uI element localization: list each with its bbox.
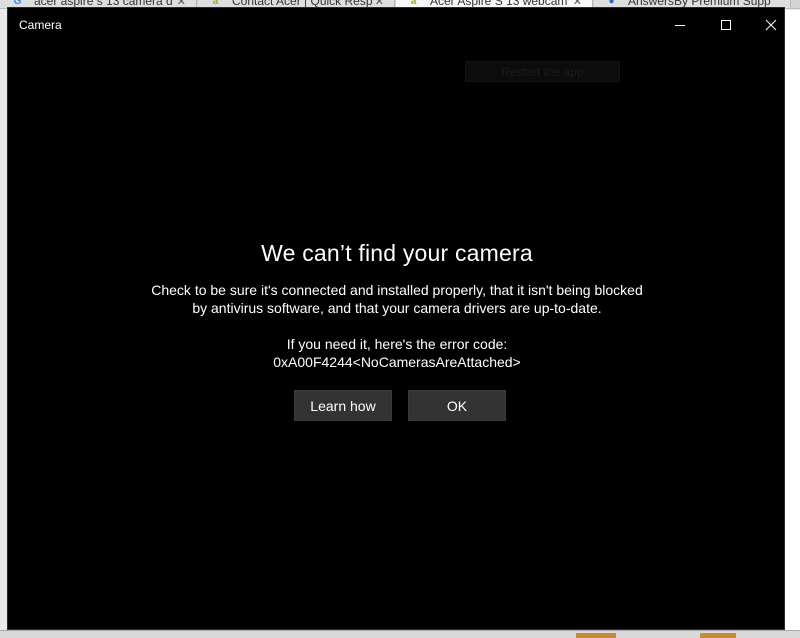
error-code: 0xA00F4244<NoCamerasAreAttached> <box>273 354 521 370</box>
maximize-button[interactable] <box>703 8 749 42</box>
minimize-icon <box>675 25 685 26</box>
maximize-icon <box>721 20 731 30</box>
close-icon <box>765 19 777 31</box>
google-icon: G <box>13 0 22 7</box>
background-page <box>785 10 800 630</box>
taskbar <box>0 630 800 638</box>
close-button[interactable] <box>748 8 794 42</box>
error-dialog: We can’t find your camera Check to be su… <box>8 238 786 421</box>
restart-app-button: Restart the app <box>465 61 620 82</box>
title-bar[interactable]: Camera <box>8 8 784 42</box>
dialog-button-row: Learn how OK <box>294 390 506 421</box>
dialog-message: Check to be sure it's connected and inst… <box>8 281 786 317</box>
error-code-label: If you need it, here's the error code: <box>286 336 508 352</box>
minimize-button[interactable] <box>657 8 703 42</box>
ok-button[interactable]: OK <box>408 390 506 421</box>
dialog-heading: We can’t find your camera <box>261 240 533 266</box>
learn-how-button[interactable]: Learn how <box>294 390 392 421</box>
taskbar-item[interactable] <box>576 633 616 638</box>
camera-window: Camera Restart the app We can’t find you… <box>7 7 785 630</box>
dialog-message-line: by antivirus software, and that your cam… <box>192 300 602 316</box>
answers-icon: ● <box>608 0 615 7</box>
acer-icon: a <box>212 0 219 7</box>
dialog-message-line: Check to be sure it's connected and inst… <box>151 282 643 298</box>
window-title: Camera <box>19 18 62 32</box>
acer-icon: a <box>410 0 417 7</box>
taskbar-item[interactable] <box>700 633 736 638</box>
